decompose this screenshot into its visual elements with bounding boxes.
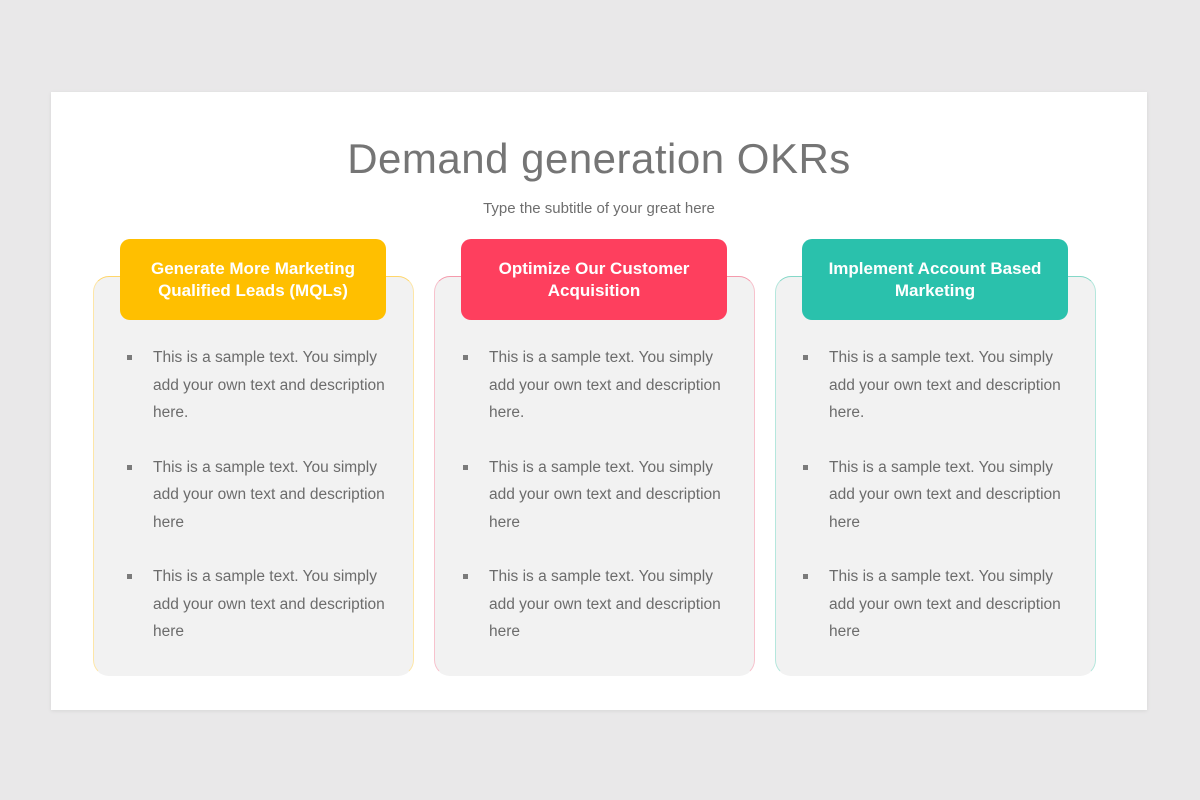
list-item: This is a sample text. You simply add yo…: [461, 563, 721, 646]
list-item-text: This is a sample text. You simply add yo…: [153, 458, 385, 531]
slide-title: Demand generation OKRs: [347, 135, 851, 182]
list-item: This is a sample text. You simply add yo…: [801, 344, 1061, 427]
slide: Demand generation OKRs Type the subtitle…: [51, 92, 1147, 710]
list-item: This is a sample text. You simply add yo…: [801, 563, 1061, 646]
square-bullet-icon: [803, 355, 808, 360]
okr-list-1: This is a sample text. You simply add yo…: [125, 344, 385, 673]
okr-header-1: Generate More Marketing Qualified Leads …: [120, 239, 386, 320]
list-item-text: This is a sample text. You simply add yo…: [829, 458, 1061, 531]
list-item: This is a sample text. You simply add yo…: [125, 454, 385, 537]
okr-header-2: Optimize Our Customer Acquisition: [461, 239, 727, 320]
square-bullet-icon: [127, 574, 132, 579]
list-item: This is a sample text. You simply add yo…: [461, 344, 721, 427]
list-item: This is a sample text. You simply add yo…: [125, 344, 385, 427]
square-bullet-icon: [127, 355, 132, 360]
square-bullet-icon: [803, 574, 808, 579]
list-item: This is a sample text. You simply add yo…: [125, 563, 385, 646]
list-item: This is a sample text. You simply add yo…: [801, 454, 1061, 537]
okr-list-2: This is a sample text. You simply add yo…: [461, 344, 721, 673]
list-item: This is a sample text. You simply add yo…: [461, 454, 721, 537]
okr-header-3: Implement Account Based Marketing: [802, 239, 1068, 320]
okr-list-3: This is a sample text. You simply add yo…: [801, 344, 1061, 673]
square-bullet-icon: [127, 464, 132, 470]
list-item-text: This is a sample text. You simply add yo…: [153, 568, 385, 640]
list-item-text: This is a sample text. You simply add yo…: [489, 568, 721, 640]
list-item-text: This is a sample text. You simply add yo…: [489, 458, 721, 531]
list-item-text: This is a sample text. You simply add yo…: [829, 349, 1061, 421]
square-bullet-icon: [463, 464, 468, 470]
slide-subtitle: Type the subtitle of your great here: [483, 200, 715, 217]
list-item-text: This is a sample text. You simply add yo…: [829, 568, 1061, 640]
list-item-text: This is a sample text. You simply add yo…: [489, 349, 721, 421]
square-bullet-icon: [803, 464, 808, 470]
square-bullet-icon: [463, 574, 468, 579]
square-bullet-icon: [463, 355, 468, 360]
list-item-text: This is a sample text. You simply add yo…: [153, 349, 385, 421]
